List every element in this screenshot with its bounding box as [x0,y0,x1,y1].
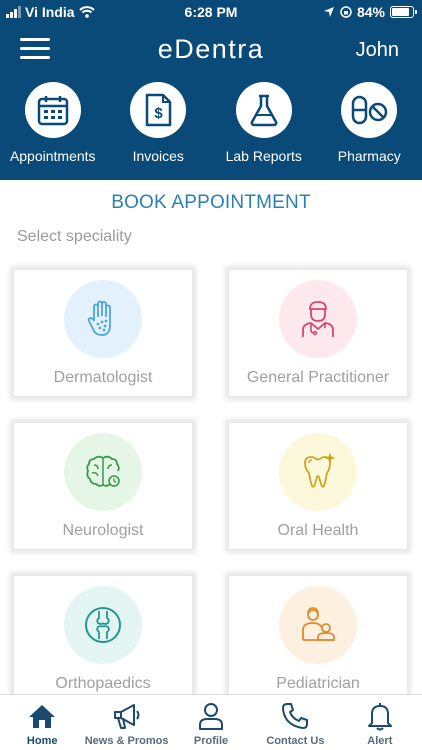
quick-nav: Appointments $ Invoices Lab Reports Phar… [0,82,422,164]
speciality-card-orthopaedics[interactable]: Orthopaedics [14,576,192,702]
bone-joint-icon [64,586,142,664]
megaphone-icon [84,700,168,732]
pills-icon [341,82,398,138]
battery-icon [390,6,417,18]
orientation-lock-icon [340,6,352,18]
nav-news-promos[interactable]: News & Promos [84,695,168,750]
hand-icon [64,280,142,358]
speciality-label: Orthopaedics [55,675,151,692]
user-icon [169,700,253,732]
invoice-icon: $ [130,82,187,138]
calendar-icon [24,82,81,138]
tooth-icon [279,433,357,511]
nav-home[interactable]: Home [0,695,84,750]
quick-nav-pharmacy[interactable]: Pharmacy [317,82,422,164]
svg-text:$: $ [155,105,164,122]
nav-label: Alert [367,735,393,747]
speciality-label: Pediatrician [276,675,360,692]
speciality-card-dermatologist[interactable]: Dermatologist [14,270,192,396]
status-bar: Vi India 6:28 PM 84% [0,0,422,24]
speciality-label: Oral Health [277,522,359,539]
quick-nav-label: Invoices [132,148,184,164]
location-arrow-icon [323,7,334,17]
doctor-icon [279,280,357,358]
speciality-label: General Practitioner [246,369,390,386]
quick-nav-lab-reports[interactable]: Lab Reports [211,82,317,164]
battery-percent: 84% [356,4,385,20]
brain-icon [64,433,142,511]
user-name[interactable]: John [356,39,399,62]
nav-alert[interactable]: Alert [338,695,422,750]
top-bar: eDentra John [0,30,422,72]
speciality-card-general-practitioner[interactable]: General Practitioner [229,270,407,396]
parent-child-icon [279,586,357,664]
nav-label: Home [26,735,58,747]
quick-nav-appointments[interactable]: Appointments [0,82,106,164]
quick-nav-invoices[interactable]: $ Invoices [106,82,212,164]
speciality-label: Neurologist [62,522,144,539]
home-icon [0,700,84,732]
quick-nav-label: Pharmacy [337,148,401,164]
bell-icon [338,700,422,732]
phone-icon [253,700,337,732]
speciality-card-pediatrician[interactable]: Pediatrician [229,576,407,702]
speciality-card-neurologist[interactable]: Neurologist [14,423,192,549]
nav-label: News & Promos [84,735,169,747]
quick-nav-label: Appointments [9,148,96,164]
nav-label: Contact Us [266,735,325,747]
quick-nav-label: Lab Reports [225,148,302,164]
speciality-label: Dermatologist [53,369,153,386]
nav-contact-us[interactable]: Contact Us [253,695,337,750]
bottom-nav: Home News & Promos Profile Contact Us Al… [0,694,422,750]
speciality-card-oral-health[interactable]: Oral Health [229,423,407,549]
flask-icon [235,82,292,138]
page-title: BOOK APPOINTMENT [111,192,311,213]
nav-label: Profile [193,735,229,747]
nav-profile[interactable]: Profile [169,695,253,750]
app-header: Vi India 6:28 PM 84% eDentra John Appoin… [0,0,422,180]
select-speciality-label: Select speciality [17,228,132,245]
